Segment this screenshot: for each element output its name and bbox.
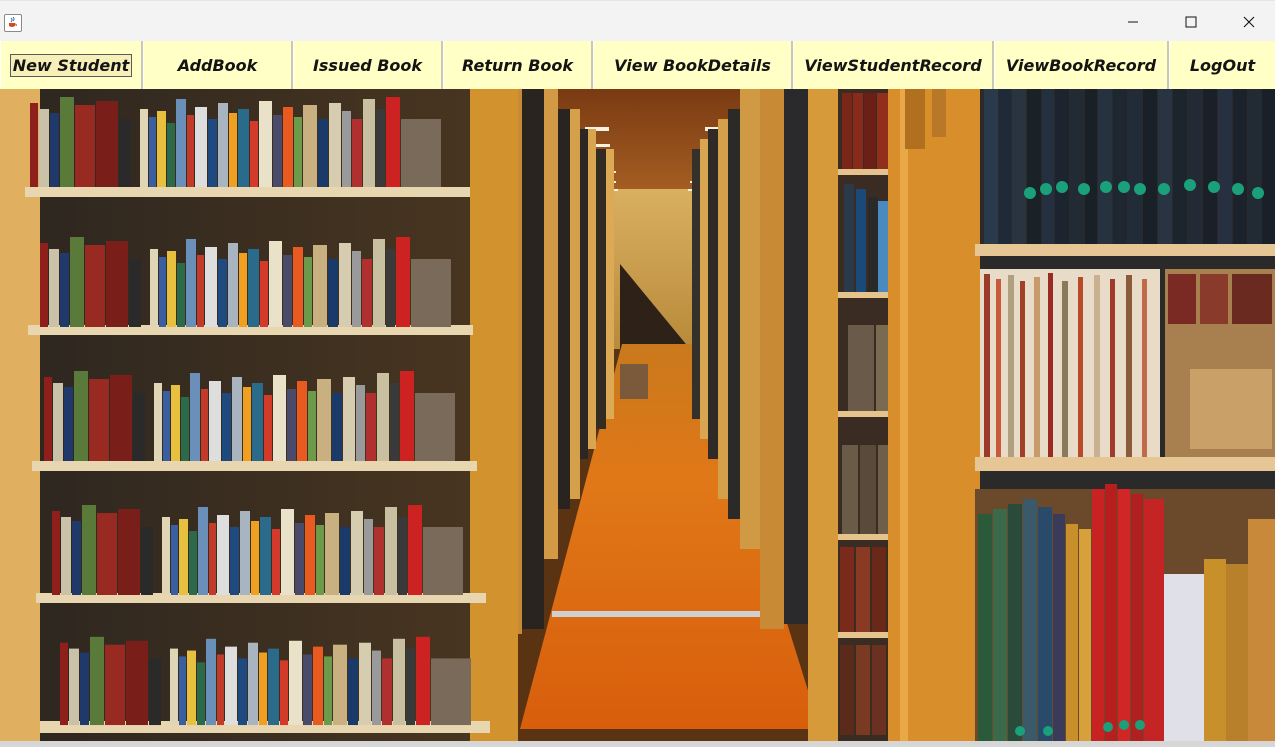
maximize-icon [1185,16,1197,27]
logout-button[interactable]: LogOut [1169,41,1275,89]
close-icon [1243,16,1255,27]
menu-bar: New Student AddBook Issued Book Return B… [0,41,1275,90]
window-bottom-border [0,741,1275,747]
minimize-button[interactable] [1104,1,1162,42]
new-student-label: New Student [9,53,133,77]
view-book-record-button[interactable]: ViewBookRecord [994,41,1169,89]
title-bar[interactable] [0,0,1275,42]
minimize-icon [1128,21,1138,22]
view-student-record-button[interactable]: ViewStudentRecord [793,41,994,89]
issued-book-button[interactable]: Issued Book [293,41,443,89]
add-book-label: AddBook [177,55,258,75]
view-student-record-label: ViewStudentRecord [804,55,982,75]
maximize-button[interactable] [1162,1,1220,42]
return-book-label: Return Book [461,55,574,75]
library-aisle-illustration [0,89,1275,741]
view-book-record-label: ViewBookRecord [1005,55,1157,75]
close-button[interactable] [1220,1,1275,42]
library-background-image [0,89,1275,741]
app-window: New Student AddBook Issued Book Return B… [0,0,1275,747]
view-book-details-label: View BookDetails [614,55,771,75]
new-student-button[interactable]: New Student [0,41,143,89]
view-book-details-button[interactable]: View BookDetails [593,41,793,89]
issued-book-label: Issued Book [312,55,423,75]
java-cup-icon[interactable] [4,14,22,32]
logout-label: LogOut [1189,55,1256,75]
add-book-button[interactable]: AddBook [143,41,293,89]
return-book-button[interactable]: Return Book [443,41,593,89]
